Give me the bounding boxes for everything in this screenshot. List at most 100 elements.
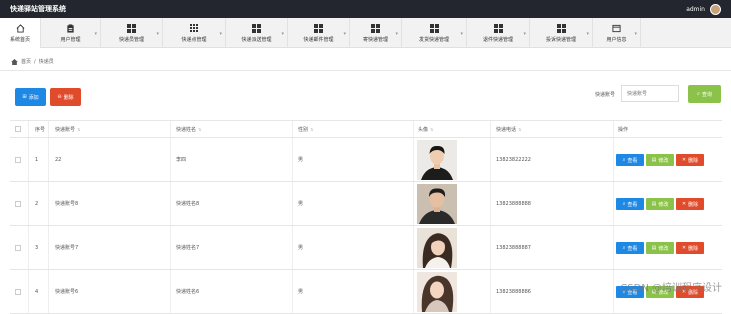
add-button[interactable]: ⊞ 添加 <box>15 88 46 106</box>
table-header: 序号 快递账号 ⇅ 快递姓名 ⇅ 性别 ⇅ 头像 ⇅ 快递电话 ⇅ 操作 <box>10 120 722 138</box>
row-checkbox[interactable] <box>15 156 21 163</box>
nav-item-complaints[interactable]: 投诉快递管理 ▾ <box>530 18 593 48</box>
edit-label: 修改 <box>658 245 669 252</box>
edit-icon: ▤ <box>651 201 657 207</box>
row-checkbox[interactable] <box>15 244 21 251</box>
nav-item-home[interactable]: 系统首页 <box>0 18 41 48</box>
row-gender: 男 <box>298 289 304 295</box>
delete-button[interactable]: ⊖ 删除 <box>50 88 81 106</box>
header-gender[interactable]: 性别 ⇅ <box>298 121 313 137</box>
nav-item-couriers[interactable]: 快递员管理 ▾ <box>101 18 163 48</box>
delete-label: 删除 <box>688 201 699 208</box>
grid-nine-icon <box>189 23 199 33</box>
edit-label: 修改 <box>658 201 669 208</box>
chevron-down-icon: ▾ <box>586 31 589 37</box>
nav-label: 快递邮件管理 <box>303 36 334 43</box>
edit-icon: ▤ <box>651 245 657 251</box>
sort-icon: ⇅ <box>77 126 81 132</box>
chevron-down-icon: ▾ <box>281 31 284 37</box>
nav-item-user-info[interactable]: 用户信息 ▾ <box>593 18 641 48</box>
add-icon: ⊞ <box>22 94 27 100</box>
search-button-label: 查询 <box>701 91 712 98</box>
row-gender: 男 <box>298 157 304 163</box>
table-row: 1 22 李四 男 13823822222 ⌕ 查看 ▤ 修改 ✕ 删除 <box>10 138 722 182</box>
header-label: 快递电话 <box>496 126 517 133</box>
search-icon: ⌕ <box>622 245 626 251</box>
edit-button[interactable]: ▤ 修改 <box>646 242 674 254</box>
nav-label: 快递员管理 <box>118 36 144 43</box>
nav-item-shipping[interactable]: 发货快递管理 ▾ <box>402 18 467 48</box>
divider <box>0 70 731 71</box>
breadcrumb-home[interactable]: 首页 <box>21 58 31 65</box>
nav-item-returns[interactable]: 退件快递管理 ▾ <box>467 18 530 48</box>
avatar-photo[interactable] <box>417 272 457 312</box>
close-icon: ✕ <box>681 201 687 207</box>
breadcrumb: 首页 / 快递员 <box>11 58 54 65</box>
grid-icon <box>127 23 136 33</box>
avatar-photo[interactable] <box>417 140 457 180</box>
chevron-down-icon: ▾ <box>343 31 346 37</box>
nav-item-mail[interactable]: 快递邮件管理 ▾ <box>288 18 350 48</box>
user-menu[interactable]: admin <box>686 3 721 15</box>
view-button[interactable]: ⌕ 查看 <box>616 242 644 254</box>
search-icon: ⌕ <box>622 157 626 163</box>
delete-icon: ⊖ <box>57 94 62 100</box>
row-index: 4 <box>35 288 39 295</box>
row-checkbox[interactable] <box>15 200 21 207</box>
chevron-down-icon: ▾ <box>460 31 463 37</box>
row-gender: 男 <box>298 201 304 207</box>
courier-table: 序号 快递账号 ⇅ 快递姓名 ⇅ 性别 ⇅ 头像 ⇅ 快递电话 ⇅ 操作 1 22 李四 … <box>10 120 722 314</box>
avatar-photo[interactable] <box>417 228 457 268</box>
row-name: 快递姓名8 <box>176 201 200 207</box>
window-icon <box>612 24 621 32</box>
nav-label: 快递点管理 <box>181 36 207 43</box>
search-label: 快递账号 <box>595 92 616 98</box>
nav-item-stations[interactable]: 快递点管理 ▾ <box>163 18 226 48</box>
nav-item-send[interactable]: 寄快递管理 ▾ <box>350 18 402 48</box>
top-bar: 快递驿站管理系统 admin <box>0 0 731 18</box>
grid-icon <box>429 23 439 33</box>
nav-label: 快递派送管理 <box>241 36 272 43</box>
home-icon <box>16 23 24 33</box>
view-label: 查看 <box>627 201 638 208</box>
header-avatar[interactable]: 头像 ⇅ <box>418 121 433 137</box>
nav-label: 用户信息 <box>606 36 627 43</box>
nav-label: 退件快递管理 <box>482 36 513 43</box>
delete-row-button[interactable]: ✕ 删除 <box>676 242 704 254</box>
chevron-down-icon: ▾ <box>156 31 159 37</box>
select-all-checkbox[interactable] <box>15 126 21 132</box>
avatar-photo[interactable] <box>417 184 457 224</box>
header-label: 快递姓名 <box>176 126 197 133</box>
nav-label: 投诉快递管理 <box>545 36 576 43</box>
view-label: 查看 <box>627 157 638 164</box>
view-button[interactable]: ⌕ 查看 <box>616 154 644 166</box>
row-account: 快递账号7 <box>55 245 79 251</box>
search-button[interactable]: ⌕ 查询 <box>688 85 721 103</box>
delete-row-button[interactable]: ✕ 删除 <box>676 154 704 166</box>
chevron-down-icon: ▾ <box>523 31 526 37</box>
sort-icon: ⇅ <box>198 126 202 132</box>
header-actions: 操作 <box>618 126 629 133</box>
edit-button[interactable]: ▤ 修改 <box>646 198 674 210</box>
header-phone[interactable]: 快递电话 ⇅ <box>496 121 521 137</box>
table-row: 3 快递账号7 快递姓名7 男 13823888887 ⌕ 查看 ▤ 修改 ✕ 删除 <box>10 226 722 270</box>
search-input[interactable] <box>621 85 679 102</box>
delete-row-button[interactable]: ✕ 删除 <box>676 198 704 210</box>
header-label: 头像 <box>418 126 429 133</box>
grid-icon <box>252 23 261 33</box>
header-account[interactable]: 快递账号 ⇅ <box>55 121 80 137</box>
grid-icon <box>493 23 503 33</box>
row-checkbox[interactable] <box>15 288 21 295</box>
avatar[interactable] <box>710 3 721 15</box>
header-index: 序号 <box>35 126 46 133</box>
nav-item-delivery[interactable]: 快递派送管理 ▾ <box>226 18 288 48</box>
edit-icon: ▤ <box>651 157 657 163</box>
delete-label: 删除 <box>688 245 699 252</box>
row-gender: 男 <box>298 245 304 251</box>
edit-button[interactable]: ▤ 修改 <box>646 154 674 166</box>
header-name[interactable]: 快递姓名 ⇅ <box>176 121 201 137</box>
chevron-down-icon: ▾ <box>395 31 398 37</box>
breadcrumb-current: 快递员 <box>38 59 54 65</box>
nav-item-users[interactable]: 用户管理 ▾ <box>41 18 101 48</box>
view-button[interactable]: ⌕ 查看 <box>616 198 644 210</box>
